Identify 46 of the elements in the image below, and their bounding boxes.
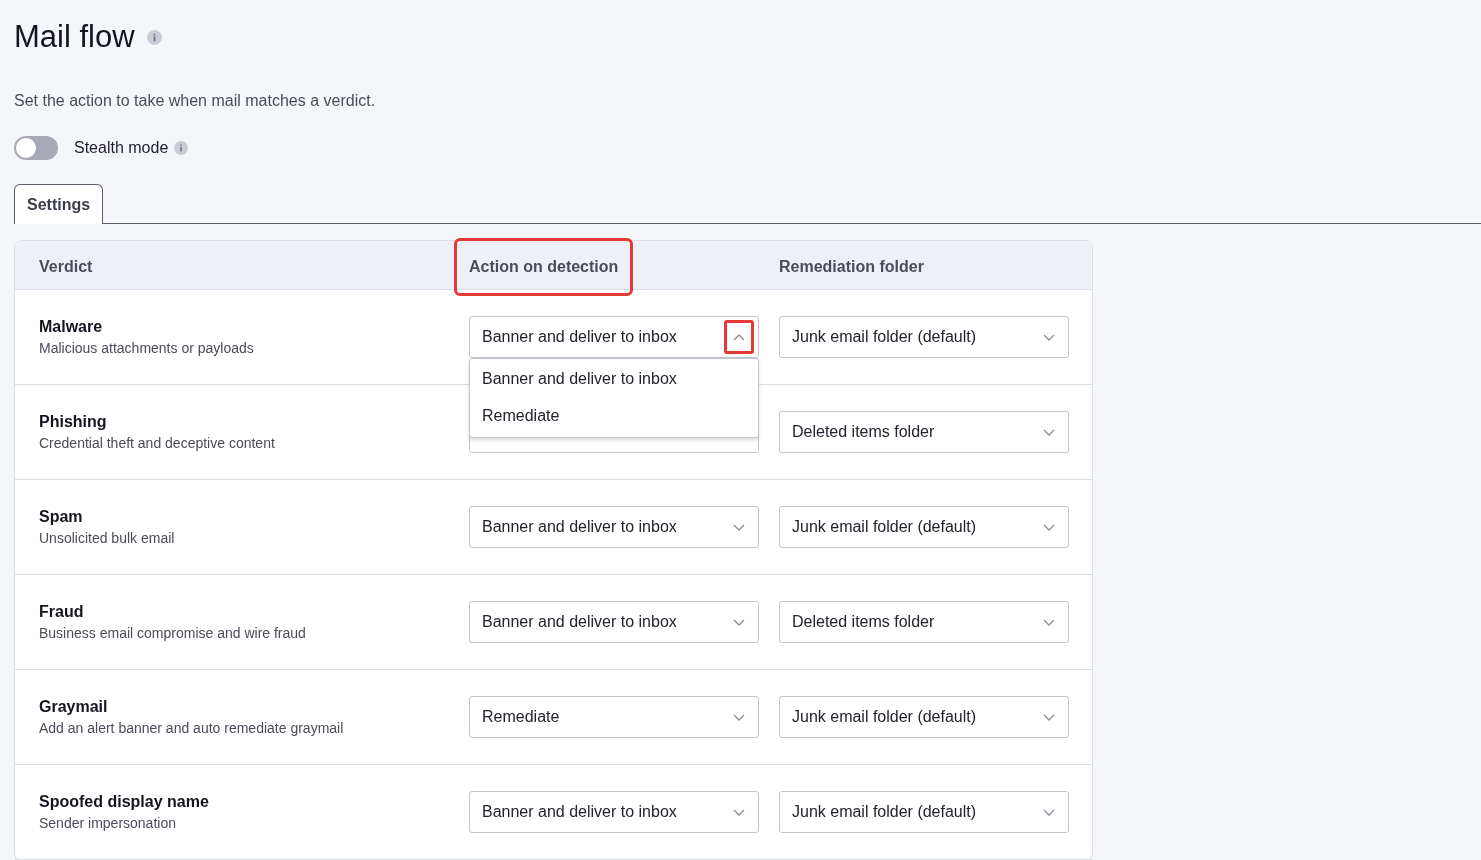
verdict-name: Graymail (39, 698, 109, 716)
verdict-name: Spam (39, 508, 84, 526)
caret-icon (1043, 333, 1055, 341)
caret-icon (733, 713, 745, 721)
verdict-description: Unsolicited bulk email (39, 530, 176, 546)
verdict-name: Phishing (39, 413, 108, 431)
folder-select[interactable]: Junk email folder (default) (779, 696, 1069, 738)
verdict-name: Malware (39, 318, 104, 336)
column-header: Verdict (39, 258, 93, 276)
verdict-description: Business email compromise and wire fraud (39, 625, 307, 641)
folder-select[interactable]: Junk email folder (default) (779, 791, 1069, 833)
caret-icon (733, 808, 745, 816)
info-icon (174, 141, 189, 155)
verdict-description: Add an alert banner and auto remediate graymail (39, 720, 345, 736)
caret-icon (1043, 713, 1055, 721)
caret-icon (1043, 523, 1055, 531)
page-title: Mail flow (14, 19, 135, 55)
verdict-description: Sender impersonation (39, 815, 177, 831)
action-select[interactable]: Remediate (469, 696, 759, 738)
menu-option[interactable]: Banner and deliver to inbox (470, 361, 758, 398)
folder-select[interactable]: Deleted items folder (779, 411, 1069, 453)
caret-icon (733, 523, 745, 531)
caret-icon (1043, 428, 1055, 436)
verdict-name: Spoofed display name (39, 793, 210, 811)
column-header: Remediation folder (779, 258, 924, 276)
page-description: Set the action to take when mail matches a verdict. (14, 92, 377, 110)
caret-icon (1043, 618, 1055, 626)
stealth-mode-toggle[interactable] (14, 136, 58, 160)
verdict-description: Malicious attachments or payloads (39, 340, 255, 356)
column-header: Action on detection (457, 241, 631, 293)
menu-option[interactable]: Remediate (470, 398, 758, 435)
action-select[interactable]: Banner and deliver to inbox (469, 506, 759, 548)
action-select[interactable]: Banner and deliver to inbox (469, 316, 759, 358)
folder-select[interactable]: Deleted items folder (779, 601, 1069, 643)
verdict-name: Fraud (39, 603, 85, 621)
verdict-description: Credential theft and deceptive content (39, 435, 276, 451)
caret-icon (733, 333, 745, 341)
caret-icon (733, 618, 745, 626)
folder-select[interactable]: Junk email folder (default) (779, 316, 1069, 358)
info-icon (146, 29, 162, 45)
action-select[interactable]: Banner and deliver to inbox (469, 791, 759, 833)
action-select[interactable]: Banner and deliver to inbox (469, 601, 759, 643)
caret-icon (1043, 808, 1055, 816)
tab[interactable]: Settings (14, 184, 104, 224)
toggle-label: Stealth mode (74, 139, 169, 157)
folder-select[interactable]: Junk email folder (default) (779, 506, 1069, 548)
